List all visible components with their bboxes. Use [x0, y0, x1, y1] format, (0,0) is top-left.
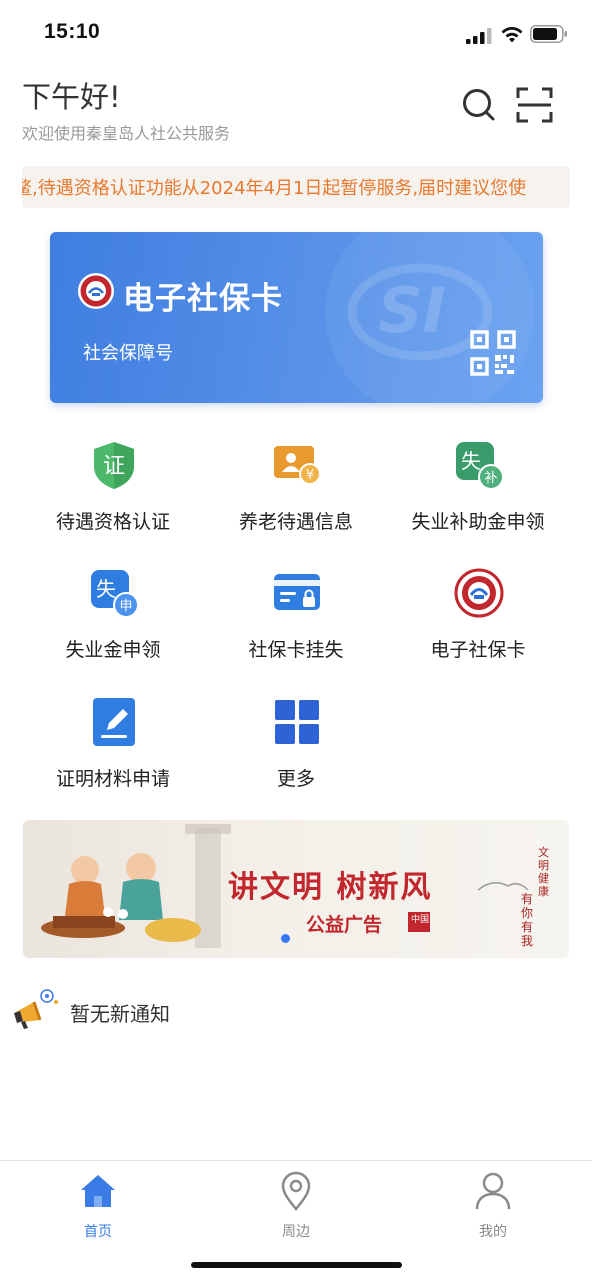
document-edit-icon	[93, 698, 135, 746]
banner-vertical-text-2: 有你有我	[521, 892, 534, 948]
cellular-signal-icon	[466, 28, 492, 44]
certificate-shield-icon: 证	[94, 442, 134, 489]
home-icon	[81, 1175, 115, 1207]
home-indicator[interactable]	[191, 1262, 402, 1268]
e-social-security-card[interactable]: SI 电子社保卡 社会保障号	[50, 232, 543, 403]
service-benefit-certification[interactable]: 证 待遇资格认证	[23, 440, 203, 550]
user-icon	[475, 1172, 511, 1210]
certificate-glyph: 证	[103, 454, 125, 479]
banner-vertical-text-1: 文明健康	[538, 846, 549, 898]
greeting-subtitle: 欢迎使用秦皇岛人社公共服务	[22, 124, 231, 143]
tab-home[interactable]: 首页	[38, 1169, 158, 1240]
banner-headline: 讲文明 树新风	[228, 870, 433, 905]
service-label: 证明材料申请	[55, 768, 170, 790]
service-label: 失业金申领	[65, 639, 161, 661]
unemployment-subsidy-icon: 失 补	[456, 442, 504, 490]
unemployment-benefit-icon: 失 申	[91, 570, 139, 618]
service-unemployment-benefit[interactable]: 失 申 失业金申领	[23, 568, 203, 678]
card-subtitle: 社会保障号	[83, 343, 173, 364]
marquee-text: 鳌,待遇资格认证功能从2024年4月1日起暂停服务,届时建议您使	[22, 178, 527, 199]
card-watermark-icon: SI	[325, 232, 535, 403]
qr-code-icon[interactable]	[470, 330, 516, 376]
carousel-indicator[interactable]	[281, 934, 290, 943]
announcement-marquee[interactable]: 鳌,待遇资格认证功能从2024年4月1日起暂停服务,届时建议您使	[22, 166, 570, 208]
service-e-social-card[interactable]: 电子社保卡	[388, 568, 568, 678]
pension-info-icon: ¥	[274, 446, 321, 485]
megaphone-icon	[14, 989, 58, 1029]
card-title: 电子社保卡	[123, 281, 283, 317]
social-security-badge-icon	[78, 273, 114, 309]
search-icon[interactable]	[460, 86, 498, 124]
service-label: 社保卡挂失	[248, 639, 344, 661]
tab-nearby-label: 周边	[282, 1224, 310, 1240]
subsidy-glyph-2: 补	[484, 471, 497, 486]
service-label: 待遇资格认证	[55, 511, 170, 533]
card-lock-icon	[274, 574, 320, 610]
location-pin-icon	[281, 1171, 311, 1211]
banner-seal-text: 中国	[411, 915, 430, 925]
benefit-glyph-2: 申	[119, 599, 132, 614]
benefit-glyph: 失	[96, 577, 116, 601]
service-more[interactable]: 更多	[206, 697, 386, 807]
banner-subline: 公益广告	[306, 914, 383, 936]
scan-icon[interactable]	[516, 86, 554, 124]
subsidy-glyph: 失	[461, 449, 481, 473]
pension-glyph: ¥	[306, 468, 314, 483]
service-label: 电子社保卡	[430, 639, 526, 661]
service-label: 更多	[276, 768, 315, 790]
tab-profile-label: 我的	[479, 1224, 507, 1240]
service-label: 失业补助金申领	[411, 511, 545, 533]
grid-more-icon	[275, 700, 319, 744]
notice-text: 暂无新通知	[70, 1002, 170, 1026]
card-watermark-text: SI	[378, 274, 446, 347]
wifi-icon	[501, 27, 523, 43]
tab-profile[interactable]: 我的	[433, 1169, 553, 1240]
service-unemployment-subsidy[interactable]: 失 补 失业补助金申领	[388, 440, 568, 550]
battery-icon	[530, 25, 567, 43]
tab-home-label: 首页	[84, 1224, 112, 1240]
service-card-loss-report[interactable]: 社保卡挂失	[206, 568, 386, 678]
service-pension-info[interactable]: ¥ 养老待遇信息	[206, 440, 386, 550]
greeting-title: 下午好!	[22, 80, 121, 114]
status-time: 15:10	[44, 20, 101, 43]
social-security-emblem-icon	[454, 568, 504, 618]
service-label: 养老待遇信息	[238, 511, 353, 533]
public-service-banner[interactable]: 讲文明 树新风 公益广告 中国 文明健康 有你有我	[23, 820, 569, 958]
service-certificate-application[interactable]: 证明材料申请	[23, 697, 203, 807]
tab-nearby[interactable]: 周边	[236, 1169, 356, 1240]
